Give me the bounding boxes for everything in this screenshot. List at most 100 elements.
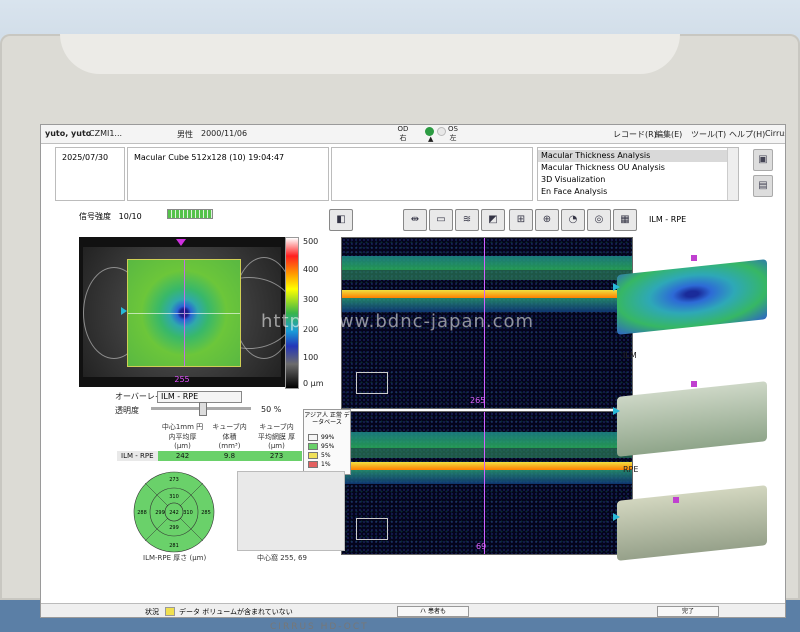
transparency-slider-knob[interactable] — [199, 402, 207, 416]
vertical-guide — [184, 260, 185, 366]
eye-od-toggle[interactable]: OD 右 — [393, 125, 413, 143]
table-row-label: ILM - RPE — [117, 451, 158, 461]
normative-value: 5% — [321, 452, 331, 459]
normative-legend: アジア人 正常 データベース 99% 95% 5% 1% — [303, 409, 351, 475]
fundus-grid-image[interactable] — [237, 471, 345, 551]
table-cell: 9.8 — [207, 451, 252, 461]
etdrs-value: 281 — [169, 543, 179, 549]
slice-guide-line — [484, 412, 485, 554]
layer-flat-icon[interactable]: ▭ — [429, 209, 453, 231]
eye-od-label: OD — [397, 125, 409, 133]
etdrs-grid[interactable]: 273 310 310 285 299 242 288 299 281 — [119, 471, 229, 553]
surface-marker-top — [673, 497, 679, 503]
scan-info-box[interactable]: Macular Cube 512x128 (10) 19:04:47 — [127, 147, 329, 201]
retina-layer — [342, 448, 632, 458]
status-bar: 状況 データ ボリュームが含まれていない ハ 患者も 完了 — [41, 603, 785, 617]
patient-button[interactable]: ハ 患者も — [397, 606, 469, 617]
target-icon[interactable]: ◎ — [587, 209, 611, 231]
table-cell: 242 — [157, 451, 208, 461]
transparency-label: 透明度 — [115, 406, 139, 415]
grid-icon[interactable]: ⊞ — [509, 209, 533, 231]
layers-icon[interactable]: ◧ — [329, 209, 353, 231]
normative-value: 1% — [321, 461, 331, 468]
etdrs-value: 242 — [169, 510, 179, 516]
bscan-vertical[interactable]: 69 — [341, 411, 633, 555]
menu-cirrus[interactable]: Cirrus — [765, 129, 785, 138]
rpe-layer — [342, 290, 632, 298]
surface-marker-top — [691, 255, 697, 261]
finish-button[interactable]: 完了 — [657, 606, 719, 617]
patient-sex: 男性 — [177, 130, 193, 139]
retina-layer — [342, 256, 632, 270]
surface-ilm-3d[interactable] — [617, 381, 767, 457]
signal-strength-bar — [167, 209, 213, 219]
analysis-item[interactable]: 3D Visualization — [538, 174, 729, 186]
layer-stack-icon[interactable]: ≋ — [455, 209, 479, 231]
normative-title: アジア人 正常 データベース — [304, 412, 350, 426]
exam-date: 2025/07/30 — [62, 153, 109, 162]
status-note: データ ボリュームが含まれていない — [179, 608, 293, 616]
signal-label: 信号強度 — [79, 212, 111, 221]
normative-value: 99% — [321, 434, 335, 441]
measure-icon[interactable]: ◔ — [561, 209, 585, 231]
etdrs-value: 299 — [169, 525, 179, 531]
table-header: キューブ内 体積 (mm³) — [212, 423, 247, 450]
slice-marker-left[interactable] — [121, 307, 127, 315]
analysis-item[interactable]: En Face Analysis — [538, 186, 729, 198]
orientation-box — [356, 518, 388, 540]
analysis-item[interactable]: Macular Thickness OU Analysis — [538, 162, 729, 174]
menu-record[interactable]: レコード(R) — [613, 129, 657, 140]
fundus-thickness-map[interactable]: 255 — [79, 237, 285, 387]
surface-marker-left — [613, 283, 620, 291]
normative-swatch — [308, 443, 318, 450]
retina-layer — [342, 270, 632, 280]
colorbar-tick: 100 — [303, 353, 319, 362]
print-icon[interactable]: ▣ — [753, 149, 773, 171]
eye-od-sub: 右 — [399, 134, 407, 142]
save-icon[interactable]: ▤ — [753, 175, 773, 197]
colorbar-tick: 500 — [303, 237, 319, 246]
film-icon[interactable]: ▦ — [613, 209, 637, 231]
surface-ilm-label: ILM — [623, 351, 637, 360]
status-label: 状況 — [145, 608, 159, 616]
monitor-top — [60, 34, 680, 74]
thickness-table: 中心1mm 円内平均厚 (µm) キューブ内 体積 (mm³) キューブ内 平均… — [117, 421, 302, 461]
slice-marker-top[interactable] — [176, 239, 186, 246]
orientation-box — [356, 372, 388, 394]
table-header — [117, 421, 158, 451]
analysis-item[interactable]: Macular Thickness Analysis — [538, 150, 729, 162]
surface-ilm-rpe-3d[interactable] — [617, 259, 767, 335]
surface-rpe-3d[interactable] — [617, 485, 767, 561]
blank-info-box — [331, 147, 533, 201]
surface-marker-left — [613, 513, 620, 521]
slice-icon[interactable]: ⇹ — [403, 209, 427, 231]
analysis-list[interactable]: Macular Thickness Analysis Macular Thick… — [537, 147, 739, 201]
exam-date-box[interactable]: 2025/07/30 — [55, 147, 125, 201]
signal-value: 10/10 — [118, 212, 142, 221]
patient-bar: yuto, yuto CZMI1... 男性 2000/11/06 OD 右 ▲ … — [41, 125, 785, 144]
app-screen: yuto, yuto CZMI1... 男性 2000/11/06 OD 右 ▲ … — [40, 124, 786, 618]
etdrs-value: 310 — [183, 510, 193, 516]
etdrs-value: 285 — [201, 510, 211, 516]
retina-layer — [342, 432, 632, 448]
status-color-swatch — [165, 607, 175, 616]
etdrs-value: 273 — [169, 477, 179, 483]
crosshair-icon[interactable]: ⊕ — [535, 209, 559, 231]
normative-value: 95% — [321, 443, 335, 450]
patient-dob: 2000/11/06 — [201, 129, 248, 138]
menu-help[interactable]: ヘルプ(H) — [729, 129, 765, 140]
layer-3d-icon[interactable]: ◩ — [481, 209, 505, 231]
menu-tools[interactable]: ツール(T) — [691, 129, 726, 140]
normative-swatch — [308, 461, 318, 468]
monitor-brand: CIRRUS HD-OCT — [270, 622, 369, 632]
colorbar-tick: 0 µm — [303, 379, 324, 388]
surface-rpe-label: RPE — [623, 465, 639, 474]
signal-strength: 信号強度 10/10 — [79, 211, 142, 222]
table-header: キューブ内 平均網膜 厚 (µm) — [257, 423, 296, 450]
choroid-layer — [342, 298, 632, 312]
eye-os-toggle[interactable]: OS 左 — [443, 125, 463, 143]
menu-edit[interactable]: 編集(E) — [655, 129, 682, 140]
table-cell: 273 — [251, 451, 302, 461]
eye-arrow-icon: ▲ — [428, 135, 434, 143]
analysis-scrollbar[interactable] — [727, 148, 738, 200]
